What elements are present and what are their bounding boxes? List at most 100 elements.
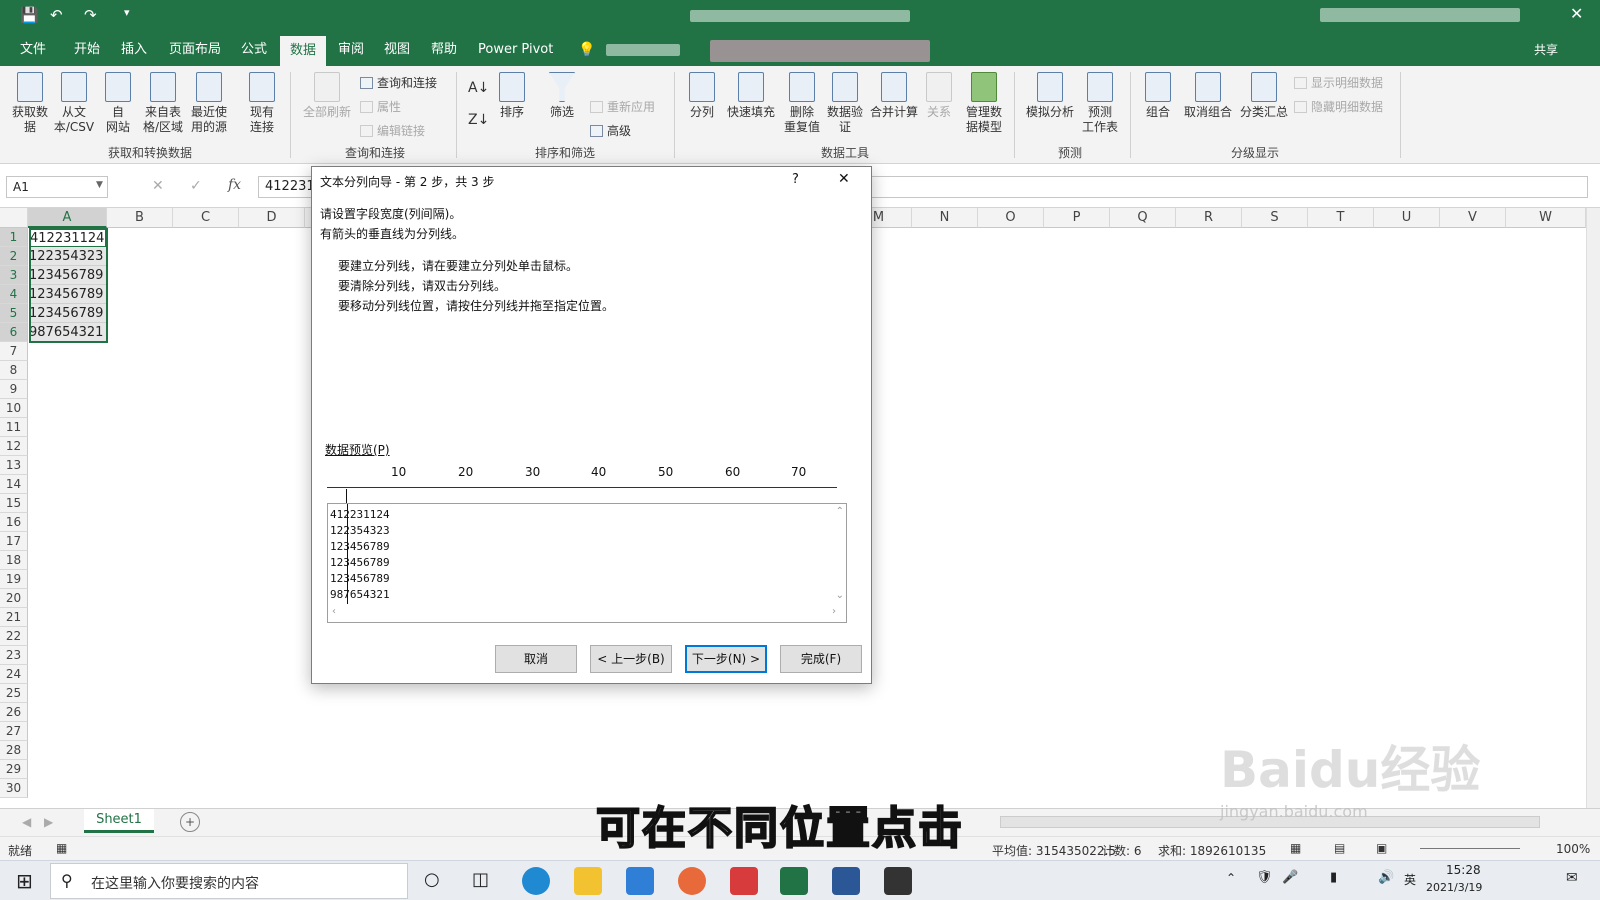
tab-formulas[interactable]: 公式 bbox=[237, 34, 271, 66]
clock-date[interactable]: 2021/3/19 bbox=[1426, 881, 1482, 894]
subtotal-button[interactable]: 分类汇总 bbox=[1236, 72, 1292, 120]
preview-scroll-down-icon[interactable]: ⌄ bbox=[836, 590, 844, 601]
reapply-button[interactable]: 重新应用 bbox=[590, 98, 655, 115]
cell-a5[interactable]: 123456789 bbox=[29, 304, 106, 323]
name-box-dropdown-icon[interactable]: ▼ bbox=[96, 180, 103, 190]
row-header[interactable]: 18 bbox=[0, 551, 28, 570]
column-header[interactable]: O bbox=[978, 208, 1044, 228]
tab-file[interactable]: 文件 bbox=[16, 34, 50, 66]
row-header[interactable]: 27 bbox=[0, 722, 28, 741]
tab-data[interactable]: 数据 bbox=[280, 36, 327, 66]
row-header[interactable]: 24 bbox=[0, 665, 28, 684]
ime-indicator[interactable]: 英 bbox=[1404, 871, 1416, 888]
tab-insert[interactable]: 插入 bbox=[117, 34, 151, 66]
get-data-button[interactable]: 获取数 据 bbox=[8, 72, 52, 135]
row-header[interactable]: 23 bbox=[0, 646, 28, 665]
dialog-help-button[interactable]: ? bbox=[792, 172, 799, 187]
redo-icon[interactable]: ↷ bbox=[84, 6, 97, 24]
mail-icon[interactable] bbox=[626, 867, 654, 895]
finish-button[interactable]: 完成(F) bbox=[780, 645, 862, 673]
column-header[interactable]: T bbox=[1308, 208, 1374, 228]
column-header[interactable]: V bbox=[1440, 208, 1506, 228]
row-header[interactable]: 14 bbox=[0, 475, 28, 494]
tray-chevron-icon[interactable]: ⌃ bbox=[1226, 871, 1236, 885]
existing-connections-button[interactable]: 现有 连接 bbox=[242, 72, 282, 135]
normal-view-icon[interactable]: ▦ bbox=[1290, 841, 1301, 855]
recent-sources-button[interactable]: 最近使 用的源 bbox=[186, 72, 232, 135]
flash-fill-button[interactable]: 快速填充 bbox=[722, 72, 780, 120]
row-header[interactable]: 28 bbox=[0, 741, 28, 760]
undo-icon[interactable]: ↶ bbox=[50, 6, 63, 24]
clock-time[interactable]: 15:28 bbox=[1446, 863, 1481, 877]
macro-record-icon[interactable]: ▦ bbox=[56, 841, 67, 855]
data-validation-button[interactable]: 数据验 证 bbox=[824, 72, 866, 135]
excel-taskbar-icon[interactable] bbox=[780, 867, 808, 895]
row-header[interactable]: 11 bbox=[0, 418, 28, 437]
sort-descending-icon[interactable]: Z↓ bbox=[468, 112, 489, 128]
refresh-all-button[interactable]: 全部刷新 bbox=[298, 72, 356, 120]
windows-start-icon[interactable]: ⊞ bbox=[16, 869, 33, 893]
row-header[interactable]: 12 bbox=[0, 437, 28, 456]
volume-tray-icon[interactable]: 🔊 bbox=[1378, 870, 1394, 885]
row-header[interactable]: 16 bbox=[0, 513, 28, 532]
row-header[interactable]: 15 bbox=[0, 494, 28, 513]
row-header[interactable]: 6 bbox=[0, 323, 28, 342]
confirm-entry-icon[interactable]: ✓ bbox=[190, 178, 202, 194]
row-header[interactable]: 22 bbox=[0, 627, 28, 646]
cell-a4[interactable]: 123456789 bbox=[29, 285, 106, 304]
cancel-entry-icon[interactable]: ✕ bbox=[152, 178, 164, 194]
vertical-scrollbar[interactable] bbox=[1586, 208, 1600, 808]
tab-power-pivot[interactable]: Power Pivot bbox=[474, 34, 557, 66]
lightbulb-icon[interactable]: 💡 bbox=[574, 34, 599, 66]
select-all-corner[interactable] bbox=[0, 208, 28, 228]
column-header[interactable]: U bbox=[1374, 208, 1440, 228]
security-tray-icon[interactable]: 🛡 bbox=[1256, 870, 1273, 885]
tab-page-layout[interactable]: 页面布局 bbox=[165, 34, 225, 66]
preview-scroll-right-icon[interactable]: › bbox=[832, 606, 836, 617]
row-header[interactable]: 2 bbox=[0, 247, 28, 266]
show-detail-button[interactable]: 显示明细数据 bbox=[1294, 74, 1383, 91]
row-header[interactable]: 21 bbox=[0, 608, 28, 627]
row-header[interactable]: 9 bbox=[0, 380, 28, 399]
row-header[interactable]: 13 bbox=[0, 456, 28, 475]
zoom-slider[interactable] bbox=[1420, 848, 1520, 849]
row-header[interactable]: 3 bbox=[0, 266, 28, 285]
cell-a1[interactable]: 412231124 bbox=[29, 228, 106, 247]
row-header[interactable]: 19 bbox=[0, 570, 28, 589]
taskbar-search-box[interactable]: ⚲ 在这里输入你要搜索的内容 bbox=[50, 863, 408, 899]
row-header[interactable]: 30 bbox=[0, 779, 28, 798]
text-to-columns-button[interactable]: 分列 bbox=[684, 72, 720, 120]
tab-view[interactable]: 视图 bbox=[380, 34, 414, 66]
column-header[interactable]: A bbox=[28, 208, 107, 228]
app-icon[interactable] bbox=[678, 867, 706, 895]
forecast-sheet-button[interactable]: 预测 工作表 bbox=[1078, 72, 1122, 135]
data-preview-box[interactable]: 412231124 122354323 123456789 123456789 … bbox=[327, 503, 847, 623]
notification-icon[interactable]: ✉ bbox=[1566, 870, 1578, 886]
page-layout-icon[interactable]: ▤ bbox=[1334, 841, 1345, 855]
preview-scroll-up-icon[interactable]: ⌃ bbox=[836, 506, 844, 517]
filter-button[interactable]: 筛选 bbox=[544, 72, 580, 120]
preview-scroll-left-icon[interactable]: ‹ bbox=[332, 606, 336, 617]
row-header[interactable]: 4 bbox=[0, 285, 28, 304]
row-header[interactable]: 10 bbox=[0, 399, 28, 418]
column-header[interactable]: Q bbox=[1110, 208, 1176, 228]
row-header[interactable]: 7 bbox=[0, 342, 28, 361]
file-explorer-icon[interactable] bbox=[574, 867, 602, 895]
advanced-filter-button[interactable]: 高级 bbox=[590, 122, 631, 139]
remove-duplicates-button[interactable]: 删除 重复值 bbox=[782, 72, 822, 135]
from-table-button[interactable]: 来自表 格/区域 bbox=[140, 72, 186, 135]
sort-button[interactable]: 排序 bbox=[494, 72, 530, 120]
tab-review[interactable]: 审阅 bbox=[334, 34, 368, 66]
name-box[interactable]: A1 bbox=[6, 176, 108, 198]
share-button[interactable]: 共享 bbox=[1530, 34, 1562, 66]
sheet-prev-icon[interactable]: ◀ bbox=[22, 815, 31, 829]
insert-function-button[interactable]: fx bbox=[228, 177, 241, 193]
from-text-csv-button[interactable]: 从文 本/CSV bbox=[52, 72, 96, 135]
close-window-icon[interactable]: ✕ bbox=[1570, 4, 1583, 23]
task-view-icon[interactable]: ◫ bbox=[472, 869, 489, 890]
from-web-button[interactable]: 自 网站 bbox=[98, 72, 138, 135]
microphone-tray-icon[interactable]: 🎤 bbox=[1282, 870, 1298, 885]
column-header[interactable]: C bbox=[173, 208, 239, 228]
sheet-tab-sheet1[interactable]: Sheet1 bbox=[84, 809, 154, 833]
edit-links-button[interactable]: 编辑链接 bbox=[360, 122, 425, 139]
